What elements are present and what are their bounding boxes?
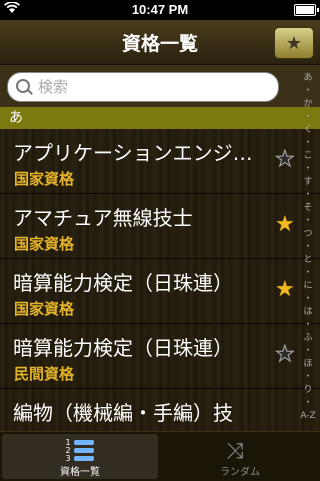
index-letter[interactable]: ・ [296, 397, 320, 410]
index-letter[interactable]: ・ [296, 267, 320, 280]
index-letter[interactable]: ・ [296, 85, 320, 98]
index-letter[interactable]: り [296, 384, 320, 397]
index-letter[interactable]: そ [296, 202, 320, 215]
star-icon: ★ [285, 32, 303, 54]
index-letter[interactable]: ・ [296, 111, 320, 124]
item-category: 国家資格 [14, 235, 75, 253]
index-letter[interactable]: ・ [296, 241, 320, 254]
tab-bar: 1 2 3 資格一覧 ⤨ ランダム [0, 431, 320, 481]
index-letter[interactable]: ・ [296, 293, 320, 306]
item-category: 民間資格 [14, 365, 75, 383]
index-letter[interactable]: ・ [296, 137, 320, 150]
index-letter[interactable]: ・ [296, 345, 320, 358]
qualification-list: アプリケーションエンジニア 国家資格 ★ アマチュア無線技士 国家資格 ★ 暗算… [0, 129, 320, 432]
search-icon [16, 79, 30, 93]
tab-qualification-list[interactable]: 1 2 3 資格一覧 [2, 434, 158, 479]
section-header: あ [0, 107, 320, 129]
shuffle-icon: ⤨ [226, 439, 244, 464]
star-filled-icon[interactable]: ★ [275, 279, 295, 301]
item-name: アプリケーションエンジニア [13, 141, 263, 165]
tab-random[interactable]: ⤨ ランダム [162, 434, 318, 479]
index-letter[interactable]: ・ [296, 371, 320, 384]
index-letter[interactable]: に [296, 280, 320, 293]
favorites-button[interactable]: ★ [274, 27, 314, 59]
item-name: 編物（機械編・手編）技 [13, 401, 233, 425]
section-index[interactable]: あ ・ か ・ く ・ こ ・ す ・ そ ・ つ ・ と ・ に ・ は ・ … [296, 72, 320, 422]
star-filled-icon[interactable]: ★ [275, 214, 295, 236]
index-letter[interactable]: と [296, 254, 320, 267]
list-item[interactable]: アプリケーションエンジニア 国家資格 ★ [0, 129, 320, 194]
list-item[interactable]: アマチュア無線技士 国家資格 ★ [0, 194, 320, 259]
list-item[interactable]: 暗算能力検定（日珠連） 民間資格 ★ [0, 324, 320, 389]
index-letter[interactable]: ふ [296, 332, 320, 345]
battery-icon [294, 4, 319, 16]
search-field[interactable] [7, 72, 279, 102]
tab-label: ランダム [220, 467, 260, 478]
index-letter[interactable]: は [296, 306, 320, 319]
index-letter[interactable]: こ [296, 150, 320, 163]
item-name: 暗算能力検定（日珠連） [13, 271, 233, 295]
index-letter[interactable]: あ [296, 72, 320, 85]
item-category: 国家資格 [14, 300, 75, 318]
index-letter[interactable]: ・ [296, 319, 320, 332]
index-letter[interactable]: つ [296, 228, 320, 241]
item-name: アマチュア無線技士 [13, 206, 193, 230]
item-category: 国家資格 [14, 170, 75, 188]
list-item[interactable]: 暗算能力検定（日珠連） 国家資格 ★ [0, 259, 320, 324]
page-title: 資格一覧 [121, 33, 198, 55]
index-letter[interactable]: ・ [296, 189, 320, 202]
search-input[interactable] [36, 76, 270, 98]
index-letter[interactable]: く [296, 124, 320, 137]
index-letter[interactable]: か [296, 98, 320, 111]
index-letter[interactable]: ・ [296, 215, 320, 228]
index-letter[interactable]: す [296, 176, 320, 189]
star-outline-icon[interactable]: ★ [275, 148, 296, 171]
star-outline-icon[interactable]: ★ [275, 343, 296, 366]
navigation-bar: 資格一覧 ★ [0, 20, 320, 65]
index-letter[interactable]: ほ [296, 358, 320, 371]
tab-label: 資格一覧 [60, 467, 100, 478]
index-letter[interactable]: ・ [296, 163, 320, 176]
status-time: 10:47 PM [131, 2, 189, 17]
index-letter[interactable]: A-Z [296, 410, 320, 423]
status-bar: 10:47 PM [0, 0, 320, 20]
item-name: 暗算能力検定（日珠連） [13, 336, 233, 360]
list-icon: 1 2 3 [64, 438, 94, 464]
search-bar [0, 65, 320, 107]
list-item[interactable]: 編物（機械編・手編）技 [0, 389, 320, 432]
